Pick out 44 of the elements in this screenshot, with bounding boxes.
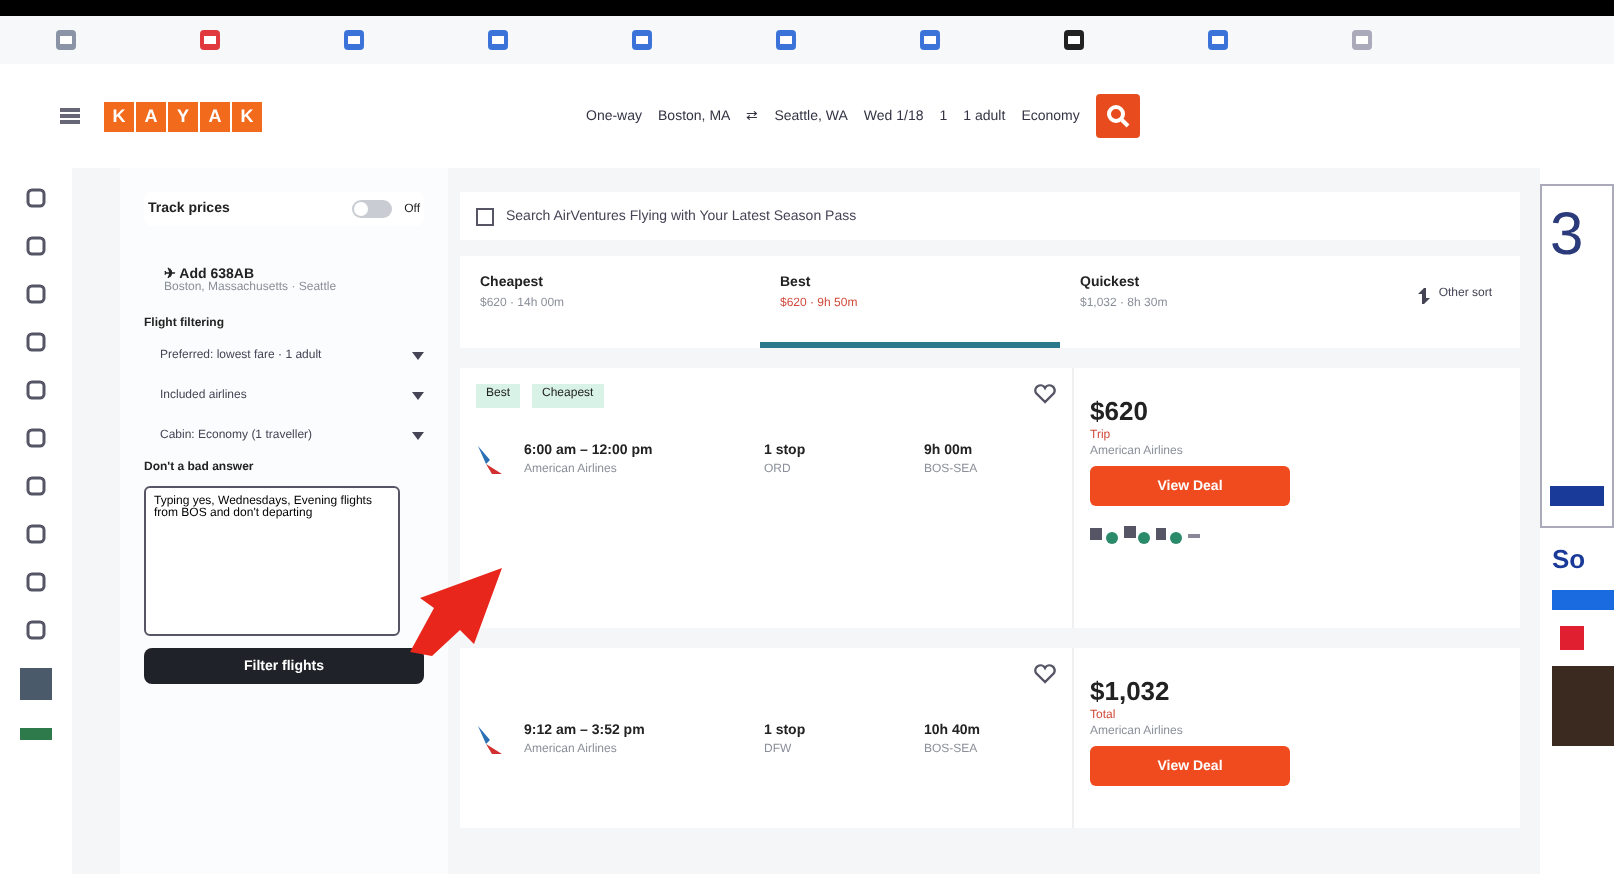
nav-icon — [26, 332, 46, 352]
bookmark-icon — [200, 30, 220, 50]
bookmark-icon — [1208, 30, 1228, 50]
price: $620 — [1090, 396, 1150, 426]
photo-placeholder — [20, 728, 52, 740]
nav-icon — [26, 236, 46, 256]
nav-icon — [26, 284, 46, 304]
ad-headline: So — [1550, 544, 1588, 574]
bookmark-icon — [632, 30, 652, 50]
nav-icon — [26, 572, 46, 592]
bookmark-icon — [920, 30, 940, 50]
nav-icon — [26, 620, 46, 640]
nav-icon — [26, 524, 46, 544]
heart-icon — [1034, 664, 1056, 684]
nav-icon — [26, 188, 46, 208]
caret-icon — [412, 432, 424, 440]
toggle-switch[interactable] — [352, 200, 393, 218]
checkbox-icon — [476, 207, 494, 225]
photo-placeholder — [1552, 666, 1614, 746]
sort-icon — [1418, 288, 1431, 304]
ad-number: 3 — [1550, 206, 1586, 272]
caret-icon — [412, 392, 424, 400]
nav-icon — [26, 428, 46, 448]
menu-icon — [60, 108, 80, 124]
bookmark-icon — [1064, 30, 1084, 50]
bookmark-icon — [776, 30, 796, 50]
bookmark-icon — [344, 30, 364, 50]
nav-icon — [26, 380, 46, 400]
ad-button[interactable] — [1550, 486, 1604, 506]
bookmark-icon — [1352, 30, 1372, 50]
search-icon — [1105, 104, 1130, 128]
ad-badge — [1560, 626, 1584, 650]
annotation-arrow-drawing — [406, 564, 506, 656]
bookmark-icon — [488, 30, 508, 50]
photo-placeholder — [20, 668, 52, 700]
search-button[interactable] — [1095, 94, 1140, 138]
heart-icon — [1034, 384, 1056, 404]
bookmark-icon — [56, 30, 76, 50]
airline-logo-icon — [476, 724, 504, 756]
nav-icon — [26, 476, 46, 496]
price: $1,032 — [1090, 676, 1172, 706]
caret-icon — [412, 352, 424, 360]
airline-logo-icon — [476, 444, 504, 476]
ad-banner — [1552, 590, 1614, 610]
